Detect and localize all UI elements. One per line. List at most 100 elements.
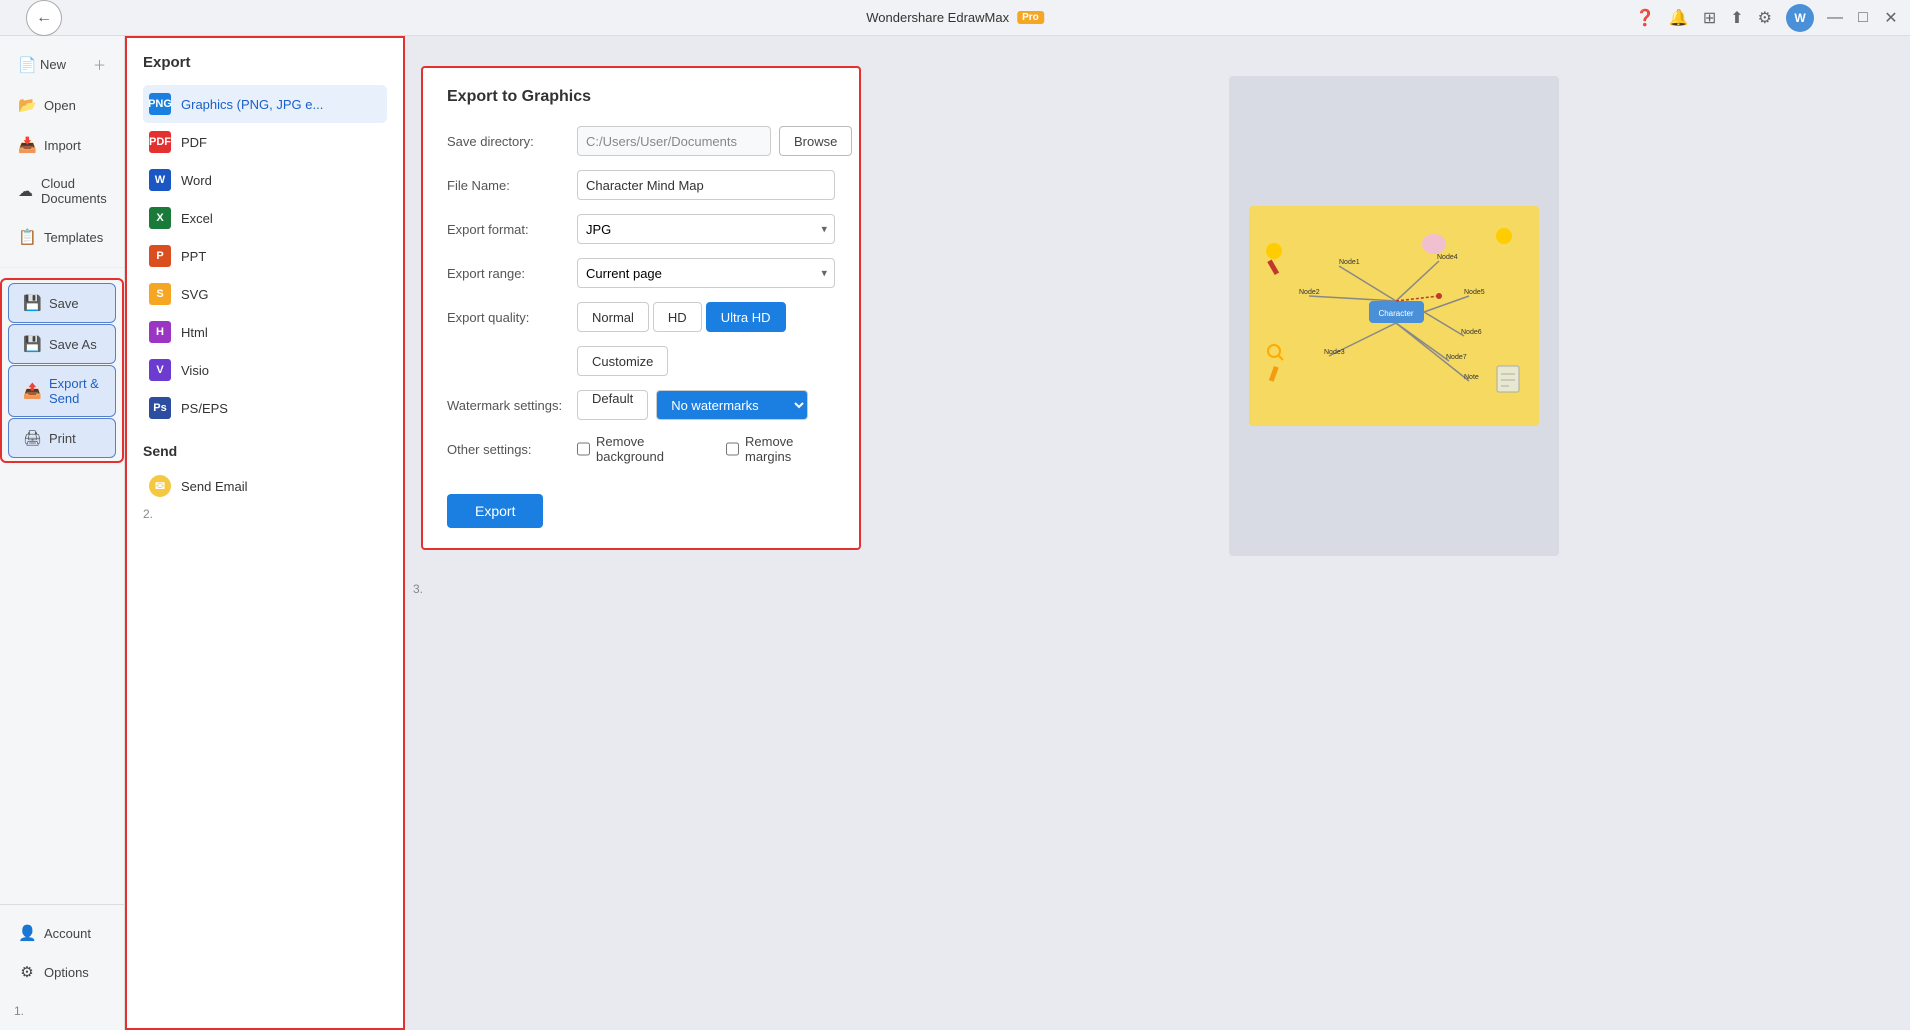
export-item-ps-label: PS/EPS: [181, 401, 228, 416]
watermark-control: Default No watermarks Default watermark …: [577, 390, 835, 420]
export-icon: 📤: [23, 382, 41, 400]
export-format-label: Export format:: [447, 222, 577, 237]
sidebar-item-new-label: New: [40, 57, 66, 72]
back-button[interactable]: ←: [26, 0, 62, 36]
export-quality-row: Export quality: Normal HD Ultra HD: [447, 302, 835, 332]
export-item-pdf[interactable]: PDF PDF: [143, 123, 387, 161]
sidebar-item-save[interactable]: 💾 Save: [8, 283, 116, 323]
export-item-svg[interactable]: S SVG: [143, 275, 387, 313]
sidebar-item-templates-label: Templates: [44, 230, 103, 245]
close-button[interactable]: ✕: [1884, 11, 1898, 25]
export-quality-control: Normal HD Ultra HD: [577, 302, 835, 332]
sidebar-item-save-label: Save: [49, 296, 79, 311]
sidebar-bottom: 👤 Account ⚙ Options: [0, 904, 124, 992]
svg-text:Node1: Node1: [1339, 259, 1360, 266]
sidebar-item-open[interactable]: 📂 Open: [4, 86, 120, 124]
export-item-excel[interactable]: X Excel: [143, 199, 387, 237]
sidebar-item-print[interactable]: 🖨 Print: [8, 418, 116, 458]
new-icon: 📄: [18, 56, 36, 74]
watermark-default-label: Default: [577, 390, 648, 420]
sidebar-item-import[interactable]: 📥 Import: [4, 126, 120, 164]
export-item-excel-label: Excel: [181, 211, 213, 226]
help-icon[interactable]: ❓: [1635, 8, 1655, 28]
sidebar-item-templates[interactable]: 📋 Templates: [4, 218, 120, 256]
templates-icon: 📋: [18, 228, 36, 246]
sidebar-item-account[interactable]: 👤 Account: [4, 914, 120, 952]
export-item-word[interactable]: W Word: [143, 161, 387, 199]
user-avatar[interactable]: W: [1786, 4, 1814, 32]
email-icon: ✉: [149, 475, 171, 497]
save-directory-row: Save directory: Browse: [447, 126, 835, 156]
bell-icon[interactable]: 🔔: [1669, 8, 1689, 28]
sidebar: 📄 New ＋ 📂 Open 📥 Import ☁ Cloud Document…: [0, 36, 125, 1030]
settings-icon[interactable]: ⚙: [1758, 8, 1772, 28]
print-icon: 🖨: [23, 429, 41, 447]
png-icon: PNG: [149, 93, 171, 115]
send-title: Send: [143, 443, 387, 459]
export-range-label: Export range:: [447, 266, 577, 281]
options-icon: ⚙: [18, 963, 36, 981]
watermark-label: Watermark settings:: [447, 398, 577, 413]
svg-text:Node4: Node4: [1437, 254, 1458, 261]
customize-button[interactable]: Customize: [577, 346, 668, 376]
export-item-html-label: Html: [181, 325, 208, 340]
step2-label: 2.: [143, 507, 153, 521]
watermark-select[interactable]: No watermarks Default watermark Custom w…: [656, 390, 808, 420]
remove-background-label[interactable]: Remove background: [577, 434, 706, 464]
sidebar-item-new[interactable]: 📄 New ＋: [4, 45, 120, 84]
export-item-html[interactable]: H Html: [143, 313, 387, 351]
visio-icon: V: [149, 359, 171, 381]
browse-button[interactable]: Browse: [779, 126, 852, 156]
export-item-svg-label: SVG: [181, 287, 208, 302]
export-item-ps[interactable]: Ps PS/EPS: [143, 389, 387, 427]
step3-label: 3.: [405, 578, 431, 600]
export-format-control: JPG PNG BMP SVG: [577, 214, 835, 244]
file-name-row: File Name:: [447, 170, 835, 200]
cloud-icon: ☁: [18, 182, 33, 200]
svg-text:Node5: Node5: [1464, 289, 1485, 296]
export-item-png[interactable]: PNG Graphics (PNG, JPG e...: [143, 85, 387, 123]
quality-ultrahd-button[interactable]: Ultra HD: [706, 302, 786, 332]
open-icon: 📂: [18, 96, 36, 114]
preview-area: Character Node1 Node2 Node3: [877, 36, 1910, 1030]
send-email-label: Send Email: [181, 479, 247, 494]
sidebar-item-options[interactable]: ⚙ Options: [4, 953, 120, 991]
file-name-input[interactable]: [577, 170, 835, 200]
grid-icon[interactable]: ⊞: [1703, 8, 1716, 28]
export-panel: Export PNG Graphics (PNG, JPG e... PDF P…: [125, 36, 405, 1030]
export-range-control: Current page All pages: [577, 258, 835, 288]
minimize-button[interactable]: —: [1828, 11, 1842, 25]
sidebar-item-cloud[interactable]: ☁ Cloud Documents: [4, 166, 120, 216]
ppt-icon: P: [149, 245, 171, 267]
html-icon: H: [149, 321, 171, 343]
svg-icon: S: [149, 283, 171, 305]
remove-margins-checkbox[interactable]: [726, 442, 739, 456]
file-name-label: File Name:: [447, 178, 577, 193]
titlebar-title: Wondershare EdrawMax Pro: [866, 10, 1044, 25]
customize-row: Customize: [577, 346, 835, 376]
settings-panel: Export to Graphics Save directory: Brows…: [421, 66, 861, 550]
export-range-select[interactable]: Current page All pages: [577, 258, 835, 288]
maximize-button[interactable]: □: [1856, 11, 1870, 25]
saveas-icon: 💾: [23, 335, 41, 353]
export-button[interactable]: Export: [447, 494, 543, 528]
quality-hd-button[interactable]: HD: [653, 302, 702, 332]
sidebar-item-print-label: Print: [49, 431, 76, 446]
quality-normal-button[interactable]: Normal: [577, 302, 649, 332]
share-icon[interactable]: ⬆: [1730, 8, 1743, 28]
save-directory-control: Browse: [577, 126, 852, 156]
export-item-ppt[interactable]: P PPT: [143, 237, 387, 275]
save-directory-input[interactable]: [577, 126, 771, 156]
export-item-visio[interactable]: V Visio: [143, 351, 387, 389]
remove-margins-label[interactable]: Remove margins: [726, 434, 835, 464]
excel-icon: X: [149, 207, 171, 229]
sidebar-item-saveas[interactable]: 💾 Save As: [8, 324, 116, 364]
sidebar-item-export[interactable]: 📤 Export & Send: [8, 365, 116, 417]
send-email-item[interactable]: ✉ Send Email: [143, 467, 387, 505]
export-format-select[interactable]: JPG PNG BMP SVG: [577, 214, 835, 244]
export-item-ppt-label: PPT: [181, 249, 206, 264]
file-name-control: [577, 170, 835, 200]
remove-background-checkbox[interactable]: [577, 442, 590, 456]
settings-title: Export to Graphics: [447, 88, 835, 106]
titlebar: ← Wondershare EdrawMax Pro ❓ 🔔 ⊞ ⬆ ⚙ W —…: [0, 0, 1910, 36]
